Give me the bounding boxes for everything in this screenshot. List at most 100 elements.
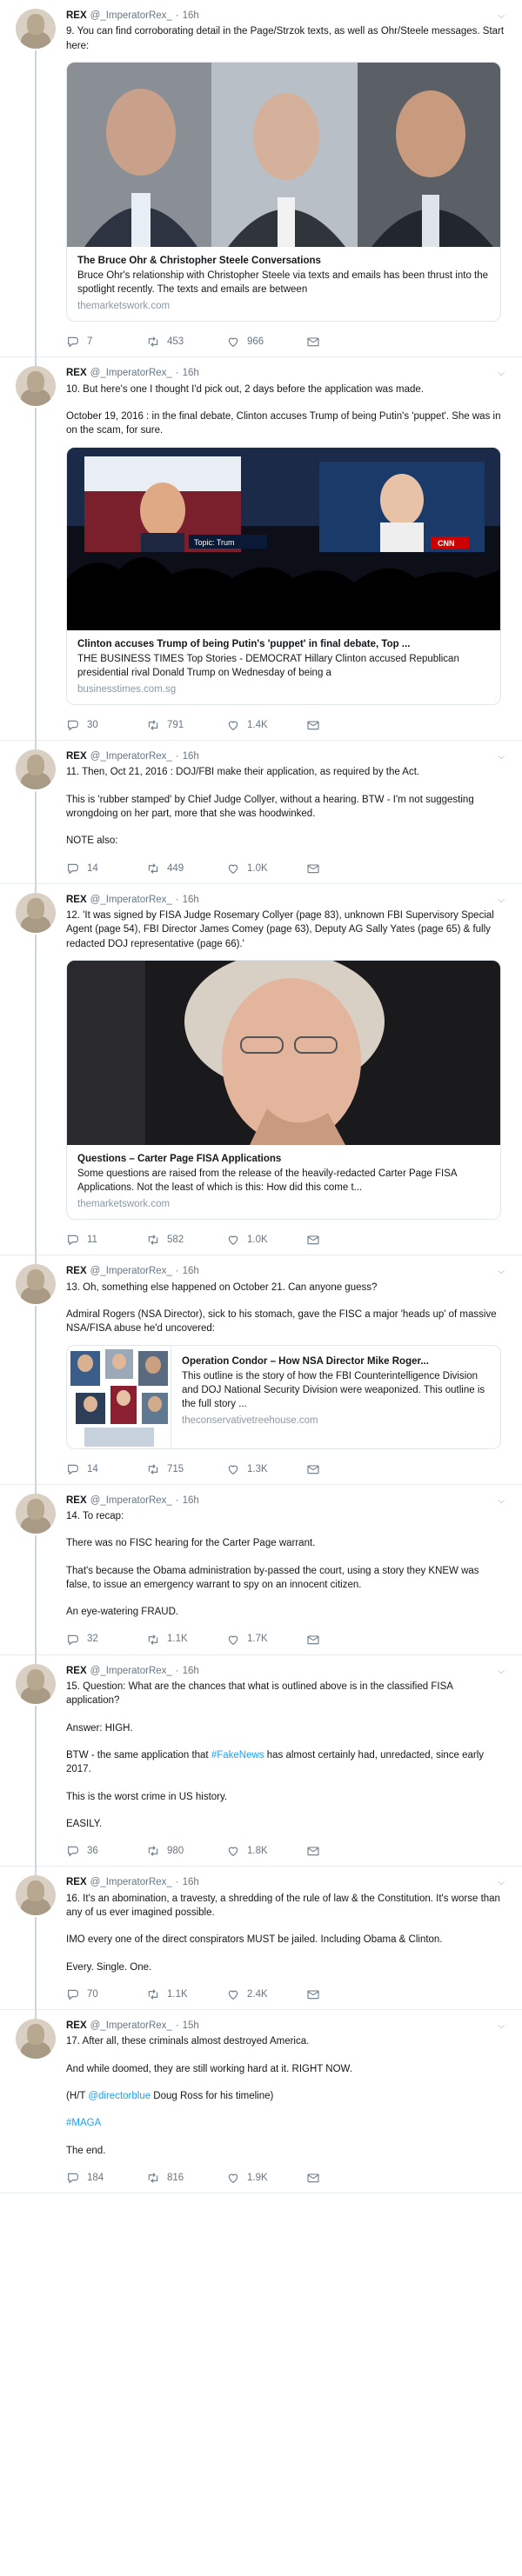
retweet-button[interactable]: 816 bbox=[146, 2171, 226, 2185]
reply-button[interactable]: 14 bbox=[66, 862, 146, 875]
author-name[interactable]: REX bbox=[66, 366, 87, 380]
tweet[interactable]: REX @_ImperatorRex_ · 16h ⌵ 14. To recap: Ther… bbox=[0, 1485, 522, 1664]
chevron-down-icon[interactable]: ⌵ bbox=[498, 895, 505, 907]
tweet-time[interactable]: 16h bbox=[183, 1264, 199, 1278]
retweet-button[interactable]: 791 bbox=[146, 718, 226, 732]
retweet-icon bbox=[146, 2171, 160, 2185]
like-button[interactable]: 1.3K bbox=[226, 1462, 306, 1476]
like-button[interactable]: 1.9K bbox=[226, 2171, 306, 2185]
reply-button[interactable]: 32 bbox=[66, 1632, 146, 1646]
tweet[interactable]: REX @_ImperatorRex_ · 16h ⌵ 16. It's an abomi… bbox=[0, 1867, 522, 2019]
author-handle[interactable]: @_ImperatorRex_ bbox=[90, 1264, 172, 1278]
chevron-down-icon[interactable]: ⌵ bbox=[498, 1266, 505, 1278]
tweet-link[interactable]: @directorblue bbox=[88, 2091, 151, 2101]
author-name[interactable]: REX bbox=[66, 893, 87, 907]
chevron-down-icon[interactable]: ⌵ bbox=[498, 1495, 505, 1508]
reply-button[interactable]: 11 bbox=[66, 1233, 146, 1247]
avatar[interactable] bbox=[16, 1493, 56, 1534]
author-name[interactable]: REX bbox=[66, 2019, 87, 2033]
dm-button[interactable] bbox=[306, 1987, 386, 2001]
avatar[interactable] bbox=[16, 366, 56, 407]
tweet-time[interactable]: 16h bbox=[183, 749, 199, 763]
tweet-link[interactable]: #MAGA bbox=[66, 2118, 101, 2128]
reply-button[interactable]: 36 bbox=[66, 1844, 146, 1858]
reply-button[interactable]: 30 bbox=[66, 718, 146, 732]
dm-button[interactable] bbox=[306, 718, 386, 732]
chevron-down-icon[interactable]: ⌵ bbox=[498, 1877, 505, 1889]
tweet-time[interactable]: 16h bbox=[183, 893, 199, 907]
avatar[interactable] bbox=[16, 9, 56, 49]
like-button[interactable]: 2.4K bbox=[226, 1987, 306, 2001]
tweet-link[interactable]: #FakeNews bbox=[211, 1750, 264, 1761]
tweet[interactable]: REX @_ImperatorRex_ · 16h ⌵ 9. You can find c… bbox=[0, 0, 522, 367]
like-button[interactable]: 966 bbox=[226, 335, 306, 349]
author-handle[interactable]: @_ImperatorRex_ bbox=[90, 366, 172, 380]
avatar[interactable] bbox=[16, 1663, 56, 1704]
retweet-button[interactable]: 1.1K bbox=[146, 1987, 226, 2001]
retweet-button[interactable]: 1.1K bbox=[146, 1632, 226, 1646]
tweet[interactable]: REX @_ImperatorRex_ · 16h ⌵ 11. Then, Oct 21,… bbox=[0, 741, 522, 893]
tweet-time[interactable]: 16h bbox=[183, 1494, 199, 1508]
retweet-button[interactable]: 715 bbox=[146, 1462, 226, 1476]
avatar[interactable] bbox=[16, 2018, 56, 2059]
avatar[interactable] bbox=[16, 749, 56, 790]
author-name[interactable]: REX bbox=[66, 749, 87, 763]
reply-count: 184 bbox=[87, 2172, 104, 2183]
avatar[interactable] bbox=[16, 1264, 56, 1305]
retweet-button[interactable]: 582 bbox=[146, 1233, 226, 1247]
dm-button[interactable] bbox=[306, 1633, 386, 1647]
avatar[interactable] bbox=[16, 1875, 56, 1916]
avatar[interactable] bbox=[16, 892, 56, 933]
tweet[interactable]: REX @_ImperatorRex_ · 16h ⌵ 13. Oh, something… bbox=[0, 1255, 522, 1494]
like-button[interactable]: 1.0K bbox=[226, 862, 306, 875]
reply-button[interactable]: 70 bbox=[66, 1987, 146, 2001]
link-card[interactable]: Questions – Carter Page FISA Application… bbox=[66, 960, 501, 1221]
tweet[interactable]: REX @_ImperatorRex_ · 15h ⌵ 17. After all, th… bbox=[0, 2010, 522, 2193]
like-button[interactable]: 1.4K bbox=[226, 718, 306, 732]
like-button[interactable]: 1.0K bbox=[226, 1233, 306, 1247]
dm-button[interactable] bbox=[306, 862, 386, 875]
dm-button[interactable] bbox=[306, 2171, 386, 2185]
like-button[interactable]: 1.8K bbox=[226, 1844, 306, 1858]
tweet[interactable]: REX @_ImperatorRex_ · 16h ⌵ 15. Question: Wha… bbox=[0, 1655, 522, 1876]
tweet-time[interactable]: 16h bbox=[183, 1664, 199, 1678]
dm-button[interactable] bbox=[306, 335, 386, 349]
chevron-down-icon[interactable]: ⌵ bbox=[498, 1666, 505, 1678]
author-name[interactable]: REX bbox=[66, 1664, 87, 1678]
chevron-down-icon[interactable]: ⌵ bbox=[498, 368, 505, 380]
reply-button[interactable]: 184 bbox=[66, 2171, 146, 2185]
author-name[interactable]: REX bbox=[66, 1875, 87, 1889]
author-name[interactable]: REX bbox=[66, 1494, 87, 1508]
link-card[interactable]: Topic: Trum CNN Clinton accuses Trump of b… bbox=[66, 446, 501, 706]
author-handle[interactable]: @_ImperatorRex_ bbox=[90, 2019, 172, 2033]
dm-button[interactable] bbox=[306, 1233, 386, 1247]
author-handle[interactable]: @_ImperatorRex_ bbox=[90, 9, 172, 23]
dm-button[interactable] bbox=[306, 1462, 386, 1476]
tweet[interactable]: REX @_ImperatorRex_ · 16h ⌵ 10. But here's on… bbox=[0, 357, 522, 750]
tweet-time[interactable]: 16h bbox=[183, 366, 199, 380]
author-name[interactable]: REX bbox=[66, 9, 87, 23]
reply-button[interactable]: 14 bbox=[66, 1462, 146, 1476]
author-name[interactable]: REX bbox=[66, 1264, 87, 1278]
tweet-time[interactable]: 16h bbox=[183, 1875, 199, 1889]
tweet-time[interactable]: 16h bbox=[183, 9, 199, 23]
retweet-button[interactable]: 453 bbox=[146, 335, 226, 349]
chevron-down-icon[interactable]: ⌵ bbox=[498, 2020, 505, 2033]
like-button[interactable]: 1.7K bbox=[226, 1632, 306, 1646]
reply-button[interactable]: 7 bbox=[66, 335, 146, 349]
link-card[interactable]: Operation Condor – How NSA Director Mike… bbox=[66, 1344, 501, 1449]
retweet-button[interactable]: 449 bbox=[146, 862, 226, 875]
reply-count: 32 bbox=[87, 1634, 98, 1645]
author-handle[interactable]: @_ImperatorRex_ bbox=[90, 749, 172, 763]
author-handle[interactable]: @_ImperatorRex_ bbox=[90, 1494, 172, 1508]
chevron-down-icon[interactable]: ⌵ bbox=[498, 751, 505, 763]
link-card[interactable]: The Bruce Ohr & Christopher Steele Conve… bbox=[66, 61, 501, 323]
retweet-button[interactable]: 980 bbox=[146, 1844, 226, 1858]
chevron-down-icon[interactable]: ⌵ bbox=[498, 10, 505, 23]
dm-button[interactable] bbox=[306, 1844, 386, 1858]
author-handle[interactable]: @_ImperatorRex_ bbox=[90, 893, 172, 907]
tweet-time[interactable]: 15h bbox=[183, 2019, 199, 2033]
tweet[interactable]: REX @_ImperatorRex_ · 16h ⌵ 12. 'It was signe… bbox=[0, 884, 522, 1265]
author-handle[interactable]: @_ImperatorRex_ bbox=[90, 1875, 172, 1889]
author-handle[interactable]: @_ImperatorRex_ bbox=[90, 1664, 172, 1678]
